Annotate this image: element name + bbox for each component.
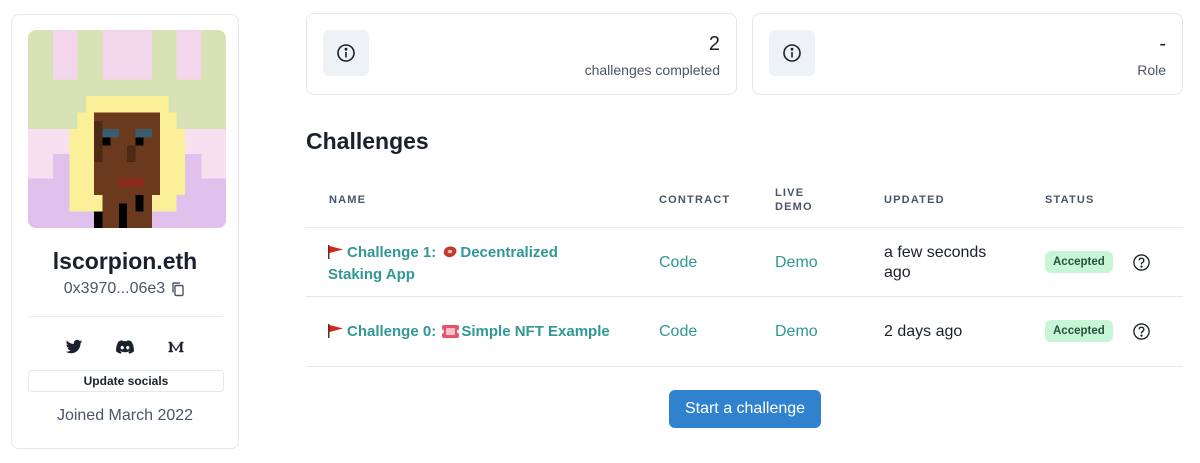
start-challenge-button[interactable]: Start a challenge — [669, 390, 821, 428]
stat-label: challenges completed — [584, 62, 720, 78]
divider — [28, 316, 222, 317]
wallet-address: 0x3970...06e3 — [63, 280, 166, 297]
challenge-name-prefix: Challenge 0: — [347, 323, 437, 340]
column-header-live-demo-line1: LIVE — [775, 187, 805, 199]
medium-icon[interactable] — [167, 338, 185, 356]
avatar — [28, 30, 226, 228]
joined-date: Joined March 2022 — [56, 407, 194, 424]
flag-icon — [328, 324, 344, 344]
column-header-live-demo-line2: DEMO — [775, 201, 813, 213]
challenges-title: Challenges — [306, 128, 429, 154]
copy-icon[interactable] — [170, 281, 186, 297]
info-icon — [769, 30, 815, 76]
challenge-name-prefix: Challenge 1: — [347, 244, 437, 261]
twitter-icon[interactable] — [65, 338, 83, 356]
profile-card: lscorpion.eth 0x3970...06e3 Update socia… — [11, 14, 239, 449]
help-icon[interactable] — [1132, 322, 1151, 341]
info-icon — [323, 30, 369, 76]
column-header-updated: UPDATED — [884, 194, 945, 206]
address-row: 0x3970...06e3 — [12, 280, 238, 298]
challenge-link[interactable]: Challenge 1: Decentralized Staking App — [328, 243, 558, 285]
row-divider — [306, 227, 1183, 228]
row-divider — [306, 366, 1183, 367]
help-icon[interactable] — [1132, 253, 1151, 272]
contract-code-link[interactable]: Code — [659, 323, 697, 341]
stat-card-challenges: 2 challenges completed — [306, 13, 737, 95]
column-header-live-demo: LIVE DEMO — [775, 186, 813, 214]
updated-time-line1: a few seconds — [884, 244, 987, 261]
challenge-link[interactable]: Challenge 0: Simple NFT Example — [328, 322, 610, 344]
status-badge: Accepted — [1045, 320, 1113, 342]
steak-icon — [442, 245, 458, 265]
ens-name: lscorpion.eth — [52, 248, 198, 274]
challenge-name-line2: Staking App — [328, 266, 415, 283]
stat-card-role: - Role — [752, 13, 1183, 95]
update-socials-button[interactable]: Update socials — [28, 370, 224, 392]
row-divider — [306, 296, 1183, 297]
discord-icon[interactable] — [116, 338, 134, 356]
live-demo-link[interactable]: Demo — [775, 254, 818, 272]
stat-label: Role — [1137, 62, 1166, 78]
updated-time: 2 days ago — [884, 323, 963, 340]
column-header-status: STATUS — [1045, 194, 1095, 206]
column-header-name: NAME — [329, 194, 367, 206]
updated-time: a few seconds ago — [884, 243, 986, 283]
stat-value: - — [1159, 33, 1166, 55]
ticket-icon — [440, 324, 462, 344]
status-badge: Accepted — [1045, 251, 1113, 273]
updated-time-line2: ago — [884, 264, 911, 281]
stat-value: 2 — [708, 33, 720, 55]
social-links — [12, 338, 238, 356]
contract-code-link[interactable]: Code — [659, 254, 697, 272]
challenge-name-rest: Decentralized — [460, 244, 558, 261]
live-demo-link[interactable]: Demo — [775, 323, 818, 341]
column-header-contract: CONTRACT — [659, 194, 731, 206]
flag-icon — [328, 245, 344, 265]
challenge-name-rest: Simple NFT Example — [461, 323, 610, 340]
